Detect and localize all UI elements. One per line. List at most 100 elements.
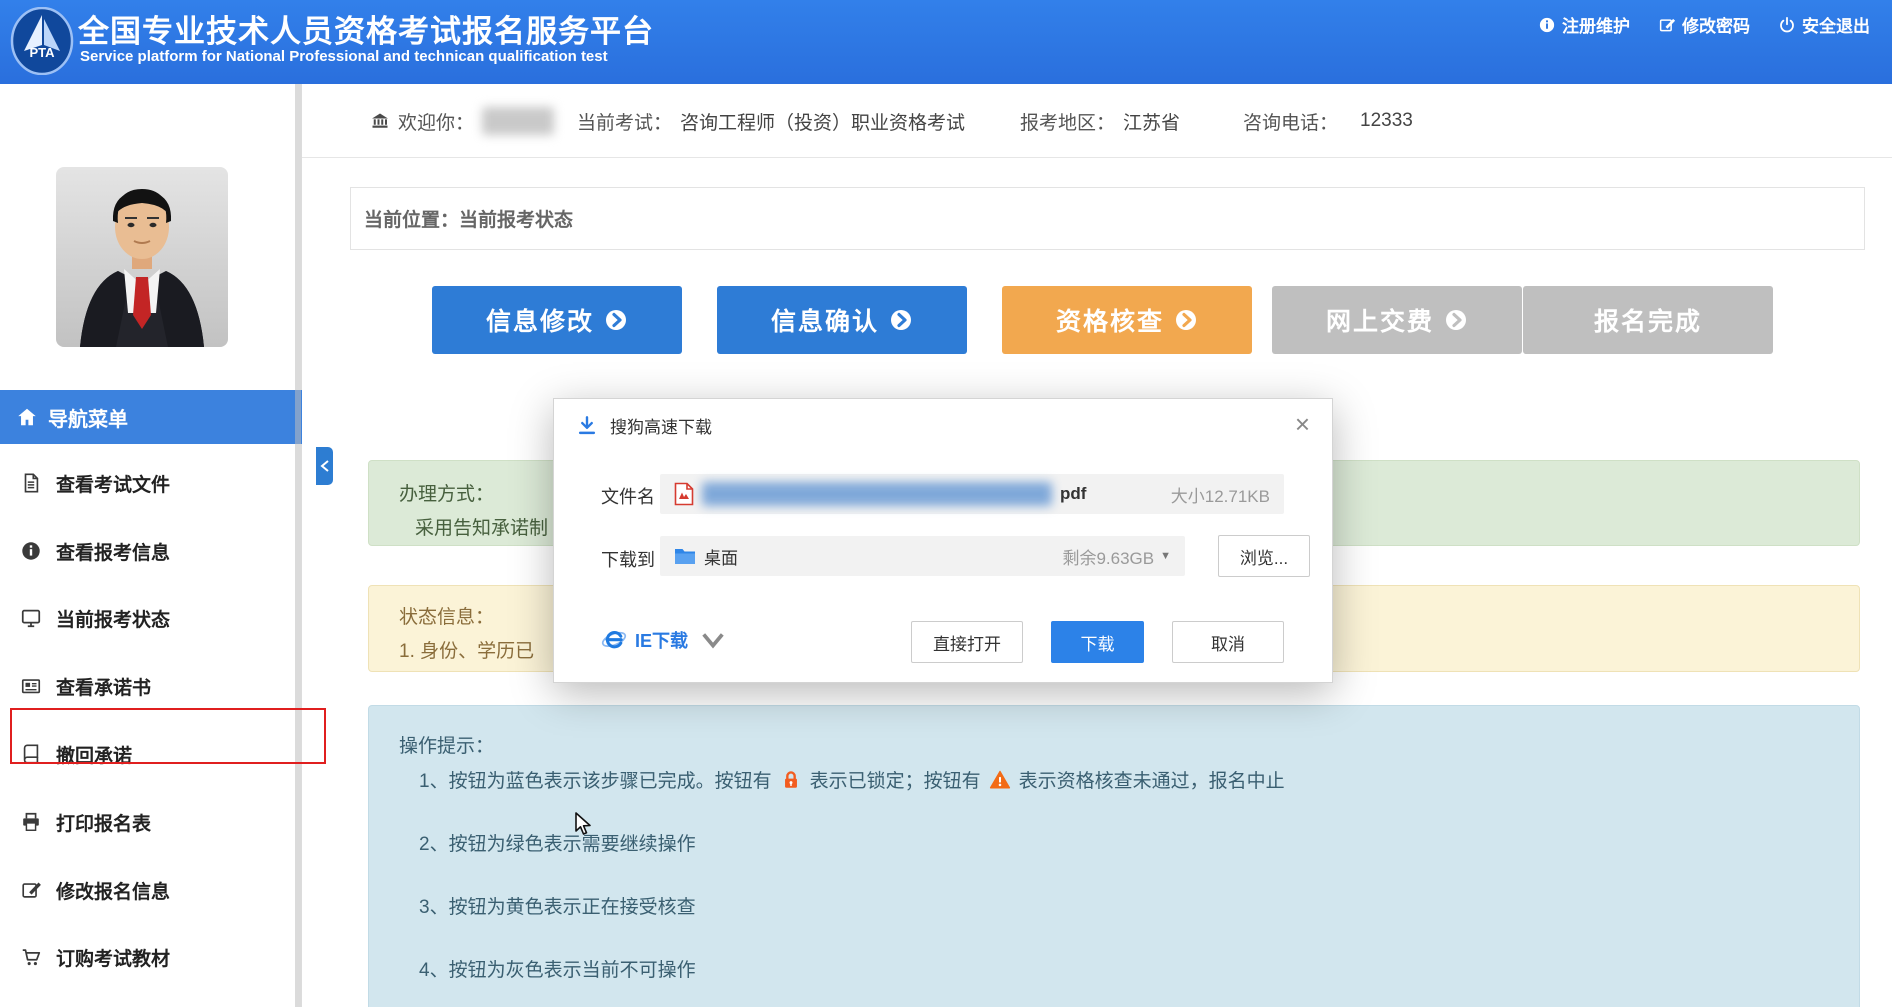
print-form-highlight-box <box>10 708 326 764</box>
green-notice-title: 办理方式： <box>399 479 494 506</box>
step-registration-complete-button[interactable]: 报名完成 <box>1523 286 1773 354</box>
filename-field[interactable]: pdf 大小12.71KB <box>660 474 1284 514</box>
tips-line1-pre: 1、按钮为蓝色表示该步骤已完成。按钮有 <box>419 766 772 793</box>
phone-label: 咨询电话： <box>1243 108 1338 135</box>
download-button[interactable]: 下载 <box>1051 621 1144 663</box>
welcome-bar: 欢迎你： 当前考试：咨询工程师（投资）职业资格考试 报考地区：江苏省 咨询电话：… <box>302 84 1892 158</box>
dialog-title-text: 搜狗高速下载 <box>610 413 712 438</box>
sidebar-item-exam-files[interactable]: 查看考试文件 <box>0 461 302 505</box>
cart-icon <box>20 946 42 968</box>
svg-text:PTA: PTA <box>29 45 55 60</box>
step-label: 网上交费 <box>1326 302 1434 338</box>
nav-menu-header: 导航菜单 <box>0 390 302 444</box>
tips-line-4: 4、按钮为灰色表示当前不可操作 <box>419 955 696 982</box>
welcome-greeting: 欢迎你： <box>370 84 554 158</box>
change-password-label: 修改密码 <box>1682 12 1750 37</box>
close-icon[interactable]: × <box>1291 407 1314 441</box>
step-label: 信息修改 <box>486 302 594 338</box>
download-icon <box>576 415 598 437</box>
breadcrumb: 当前位置： 当前报考状态 <box>350 187 1865 250</box>
step-online-payment-button[interactable]: 网上交费 <box>1272 286 1522 354</box>
user-photo <box>56 167 228 347</box>
sidebar-item-print-form[interactable]: 打印报名表 <box>0 800 302 844</box>
greeting-label: 欢迎你： <box>398 108 474 135</box>
destination-field[interactable]: 桌面 剩余9.63GB ▼ <box>660 536 1185 576</box>
step-label: 资格核查 <box>1056 302 1164 338</box>
pta-logo-icon: PTA <box>10 7 74 75</box>
ie-icon <box>601 627 627 653</box>
sidebar-item-commitment-letter[interactable]: 查看承诺书 <box>0 664 302 708</box>
sidebar-item-order-textbooks[interactable]: 订购考试教材 <box>0 935 302 979</box>
browse-button[interactable]: 浏览... <box>1218 535 1310 577</box>
filename-label: 文件名 <box>601 483 655 509</box>
register-maintain-link[interactable]: 注册维护 <box>1538 12 1630 37</box>
cancel-button[interactable]: 取消 <box>1172 621 1284 663</box>
sidebar-item-label: 查看承诺书 <box>56 673 151 700</box>
tips-box: 操作提示： 1、按钮为蓝色表示该步骤已完成。按钮有 表示已锁定；按钮有 表示资格… <box>368 705 1860 1007</box>
site-subtitle: Service platform for National Profession… <box>80 48 608 65</box>
sidebar-item-current-status[interactable]: 当前报考状态 <box>0 596 302 640</box>
sidebar-item-edit-application[interactable]: 修改报名信息 <box>0 868 302 912</box>
file-size: 大小12.71KB <box>1171 482 1270 507</box>
folder-icon <box>674 547 696 565</box>
open-directly-button[interactable]: 直接打开 <box>911 621 1023 663</box>
welcome-region: 报考地区： 江苏省 <box>1020 84 1180 158</box>
step-info-edit-button[interactable]: 信息修改 <box>432 286 682 354</box>
region-label: 报考地区： <box>1020 108 1115 135</box>
sidebar-item-label: 当前报考状态 <box>56 605 170 632</box>
sogou-download-dialog: 搜狗高速下载 × 文件名 pdf 大小12.71KB 下载到 桌面 剩余9.63… <box>553 398 1333 683</box>
screen: PTA 全国专业技术人员资格考试报名服务平台 Service platform … <box>0 0 1892 1007</box>
info-circle-icon <box>1538 16 1556 34</box>
sidebar-item-label: 查看报考信息 <box>56 538 170 565</box>
sidebar: 导航菜单 查看考试文件 查看报考信息 当前报考状态 查看承诺书 撤回承诺 打印报… <box>0 84 302 1007</box>
step-qualification-check-button[interactable]: 资格核查 <box>1002 286 1252 354</box>
yellow-notice-title: 状态信息： <box>399 602 494 629</box>
tips-line-3: 3、按钮为黄色表示正在接受核查 <box>419 892 696 919</box>
printer-icon <box>20 811 42 833</box>
register-maintain-label: 注册维护 <box>1562 12 1630 37</box>
ie-download-label: IE下载 <box>635 627 688 653</box>
bank-icon <box>370 111 390 131</box>
info-circle-icon <box>20 540 42 562</box>
arrow-circle-right-icon <box>1174 308 1198 332</box>
edit-icon <box>1658 16 1676 34</box>
region-value: 江苏省 <box>1123 108 1180 135</box>
document-icon <box>20 472 42 494</box>
sidebar-item-label: 订购考试教材 <box>56 944 170 971</box>
step-info-confirm-button[interactable]: 信息确认 <box>717 286 967 354</box>
green-notice-body: 采用告知承诺制 <box>415 513 548 540</box>
header-links: 注册维护 修改密码 安全退出 <box>1538 12 1870 37</box>
sidebar-item-application-info[interactable]: 查看报考信息 <box>0 529 302 573</box>
home-icon <box>16 406 38 428</box>
breadcrumb-current: 当前报考状态 <box>459 205 573 232</box>
step-label: 报名完成 <box>1594 302 1702 338</box>
change-password-link[interactable]: 修改密码 <box>1658 12 1750 37</box>
free-space-value: 剩余9.63GB <box>1062 544 1154 569</box>
warning-icon <box>989 769 1011 791</box>
redacted-filename <box>702 482 1052 506</box>
app-header: PTA 全国专业技术人员资格考试报名服务平台 Service platform … <box>0 0 1892 84</box>
chevron-down-icon[interactable]: ▼ <box>1160 550 1171 562</box>
chevron-down-icon <box>700 627 726 653</box>
sidebar-scrollbar[interactable] <box>295 84 301 1007</box>
pdf-file-icon <box>674 482 694 506</box>
step-label: 信息确认 <box>771 302 879 338</box>
tips-title: 操作提示： <box>399 731 494 758</box>
monitor-icon <box>20 607 42 629</box>
sidebar-item-label: 查看考试文件 <box>56 470 170 497</box>
nav-menu-label: 导航菜单 <box>48 403 128 432</box>
destination-label: 下载到 <box>601 546 655 572</box>
logout-link[interactable]: 安全退出 <box>1778 12 1870 37</box>
chevron-left-icon <box>320 460 330 472</box>
filename-extension: pdf <box>1060 484 1086 504</box>
newspaper-icon <box>20 675 42 697</box>
tips-line1-mid: 表示已锁定；按钮有 <box>810 766 981 793</box>
edit-icon <box>20 879 42 901</box>
logout-label: 安全退出 <box>1802 12 1870 37</box>
sidebar-collapse-tab[interactable] <box>316 447 333 485</box>
exam-label: 当前考试： <box>577 108 672 135</box>
mouse-cursor <box>572 812 596 838</box>
ie-download-dropdown[interactable]: IE下载 <box>601 627 726 653</box>
sidebar-item-label: 修改报名信息 <box>56 877 170 904</box>
destination-folder: 桌面 <box>704 544 738 569</box>
